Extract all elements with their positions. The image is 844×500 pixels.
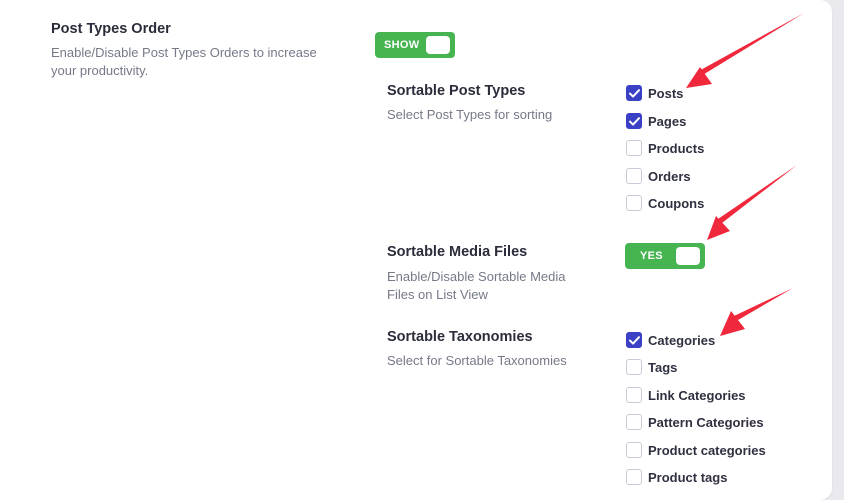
arrow-head	[707, 216, 730, 240]
annotation-arrows	[686, 13, 804, 336]
settings-panel: Post Types Order Enable/Disable Post Typ…	[0, 0, 832, 500]
arrow-to-posts	[686, 13, 804, 88]
arrow-to-categories	[720, 288, 793, 336]
arrow-shaft	[718, 165, 797, 223]
arrow-shaft	[697, 13, 804, 76]
arrow-shaft	[734, 288, 793, 320]
arrow-to-media-toggle	[707, 165, 797, 240]
